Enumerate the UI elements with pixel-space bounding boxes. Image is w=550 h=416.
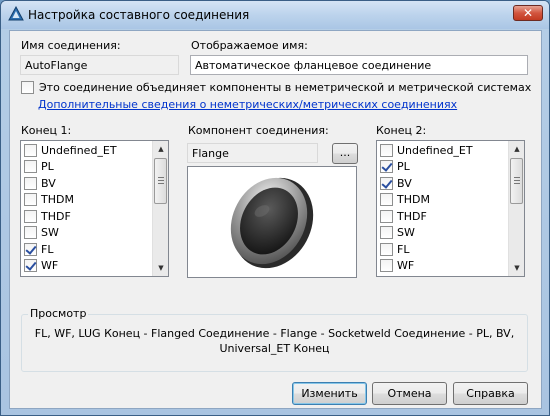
list-item-checkbox[interactable]	[380, 209, 393, 223]
list-item[interactable]: BV	[377, 175, 524, 192]
list-item-checkbox[interactable]	[24, 160, 37, 174]
list-item[interactable]: WF	[377, 258, 524, 275]
list-item-label: THDF	[41, 209, 71, 223]
connection-name-label: Имя соединения:	[21, 39, 121, 52]
list-item-checkbox[interactable]	[380, 176, 393, 190]
list-item-label: FL	[397, 242, 410, 256]
end2-label: Конец 2:	[376, 124, 427, 137]
cancel-button[interactable]: Отмена	[372, 382, 447, 405]
modify-button[interactable]: Изменить	[292, 382, 367, 405]
component-field: Flange	[187, 143, 318, 163]
list-item[interactable]: SW	[377, 225, 524, 242]
list-item-checkbox[interactable]	[380, 160, 393, 174]
list-item-label: WF	[41, 259, 59, 273]
list-item-label: SW	[41, 226, 59, 240]
list-item[interactable]: SW	[21, 225, 168, 242]
list-item-label: LAP	[41, 276, 62, 277]
list-item-label: THDM	[41, 193, 74, 207]
list-item-label: THDM	[397, 193, 430, 207]
metric-mix-checkbox[interactable]	[21, 81, 34, 94]
list-item[interactable]: PL	[21, 159, 168, 176]
list-item-label: WF	[397, 259, 415, 273]
close-icon: ✕	[522, 6, 534, 20]
list-item[interactable]: FL	[377, 241, 524, 258]
list-item[interactable]: LAP	[21, 274, 168, 277]
list-item-label: PL	[397, 160, 410, 174]
display-name-label: Отображаемое имя:	[191, 39, 308, 52]
end1-listbox[interactable]: Undefined_ET PL BV THDM THDF SW FL WF LAP ▲ ▼	[20, 140, 169, 277]
list-item[interactable]: LAP	[377, 274, 524, 277]
window-title: Настройка составного соединения	[28, 8, 250, 22]
preview-group-title: Просмотр	[28, 307, 89, 320]
component-preview-image	[187, 166, 357, 278]
more-info-link[interactable]: Дополнительные сведения о неметрических/…	[38, 98, 457, 111]
scroll-down-icon[interactable]: ▼	[509, 260, 524, 276]
list-item-checkbox[interactable]	[24, 209, 37, 223]
scroll-down-icon[interactable]: ▼	[153, 260, 168, 276]
metric-mix-label: Это соединение объединяет компоненты в н…	[39, 81, 532, 94]
list-item-label: Undefined_ET	[41, 143, 117, 157]
dialog-client-area: Имя соединения: AutoFlange Отображаемое …	[9, 30, 542, 409]
list-item[interactable]: THDM	[21, 192, 168, 209]
component-label: Компонент соединения:	[188, 124, 329, 137]
list-item[interactable]: PL	[377, 159, 524, 176]
scroll-up-icon[interactable]: ▲	[153, 141, 168, 157]
metric-mix-checkbox-row[interactable]: Это соединение объединяет компоненты в н…	[21, 81, 531, 94]
list-item[interactable]: Undefined_ET	[21, 142, 168, 159]
flange-gasket-icon	[230, 177, 314, 269]
preview-line-1: FL, WF, LUG Конец - Flanged Соединение -…	[34, 327, 515, 340]
list-item-label: LAP	[397, 276, 418, 277]
list-item-checkbox[interactable]	[24, 275, 37, 276]
list-item-checkbox[interactable]	[380, 242, 393, 256]
connection-name-field: AutoFlange	[20, 55, 179, 75]
list-item-checkbox[interactable]	[24, 176, 37, 190]
list-item-checkbox[interactable]	[380, 226, 393, 240]
end2-listbox[interactable]: Undefined_ET PL BV THDM THDF SW FL WF LAP ▲ ▼	[376, 140, 525, 277]
autocad-app-icon	[8, 6, 24, 21]
list-item-checkbox[interactable]	[24, 193, 37, 207]
list-item-label: Undefined_ET	[397, 143, 473, 157]
list-item-label: PL	[41, 160, 54, 174]
list-item-checkbox[interactable]	[24, 226, 37, 240]
list-item-checkbox[interactable]	[380, 143, 393, 157]
end2-scrollbar[interactable]: ▲ ▼	[508, 141, 524, 276]
close-button[interactable]: ✕	[513, 5, 543, 21]
browse-component-button[interactable]: ...	[332, 143, 358, 164]
list-item-label: THDF	[397, 209, 427, 223]
list-item[interactable]: THDM	[377, 192, 524, 209]
list-item-label: BV	[397, 176, 412, 190]
list-item[interactable]: THDF	[21, 208, 168, 225]
list-item-checkbox[interactable]	[24, 242, 37, 256]
list-item-checkbox[interactable]	[24, 259, 37, 273]
list-item[interactable]: FL	[21, 241, 168, 258]
preview-summary: FL, WF, LUG Конец - Flanged Соединение -…	[22, 326, 527, 356]
list-item-label: BV	[41, 176, 56, 190]
display-name-input[interactable]: Автоматическое фланцевое соединение	[190, 55, 528, 75]
list-item[interactable]: Undefined_ET	[377, 142, 524, 159]
list-item[interactable]: BV	[21, 175, 168, 192]
list-item-checkbox[interactable]	[380, 259, 393, 273]
list-item-label: SW	[397, 226, 415, 240]
list-item-checkbox[interactable]	[380, 193, 393, 207]
list-item-checkbox[interactable]	[24, 143, 37, 157]
end1-scrollbar[interactable]: ▲ ▼	[152, 141, 168, 276]
dialog-window: Настройка составного соединения ✕ Имя со…	[0, 0, 550, 416]
list-item[interactable]: THDF	[377, 208, 524, 225]
title-bar[interactable]: Настройка составного соединения ✕	[1, 1, 549, 29]
end1-label: Конец 1:	[21, 124, 72, 137]
list-item-checkbox[interactable]	[380, 275, 393, 276]
list-item-label: FL	[41, 242, 54, 256]
scroll-thumb[interactable]	[510, 158, 523, 204]
list-item[interactable]: WF	[21, 258, 168, 275]
scroll-thumb[interactable]	[154, 158, 167, 204]
help-button[interactable]: Справка	[453, 382, 528, 405]
scroll-up-icon[interactable]: ▲	[509, 141, 524, 157]
preview-line-2: Universal_ET Конец	[219, 342, 330, 355]
